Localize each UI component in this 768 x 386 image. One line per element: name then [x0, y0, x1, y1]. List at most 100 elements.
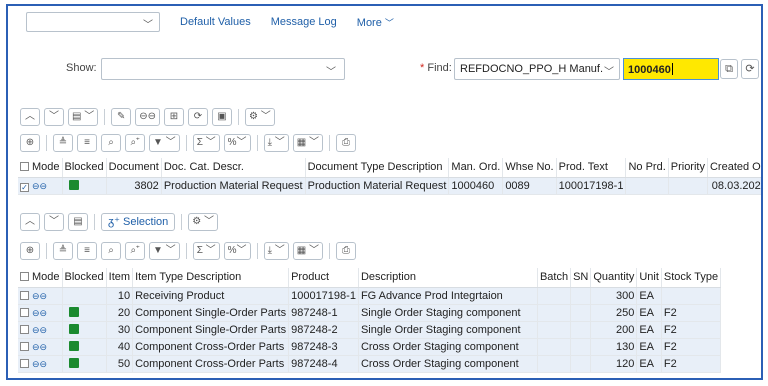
tree-icon[interactable]: ⊞ — [164, 108, 184, 126]
find-next-icon[interactable]: ⌕⁺ — [125, 134, 145, 152]
col-mode[interactable]: Mode — [18, 158, 63, 178]
mode-cell[interactable]: ⊖⊖ — [18, 355, 63, 373]
col-product[interactable]: Product — [288, 268, 359, 288]
product-cell: 987248-1 — [288, 304, 359, 322]
mode-cell[interactable]: ✓ ⊖⊖ — [18, 177, 63, 195]
priority-cell — [668, 177, 708, 195]
display-glasses-icon: ⊖⊖ — [32, 180, 48, 191]
table-row[interactable]: ⊖⊖ 30 Component Single-Order Parts 987248-2… — [18, 321, 722, 339]
refresh-icon[interactable]: ⟳ — [741, 59, 759, 79]
subtotal-icon[interactable]: %﹀ — [223, 134, 251, 152]
mode-cell[interactable]: ⊖⊖ — [18, 338, 63, 356]
more-menu[interactable]: More ﹀ — [357, 16, 394, 29]
col-doc-cat-descr[interactable]: Doc. Cat. Descr. — [161, 158, 306, 178]
unit-cell: EA — [636, 287, 662, 305]
status-green-icon — [68, 340, 79, 351]
col-sn[interactable]: SN — [570, 268, 592, 288]
col-description[interactable]: Description — [358, 268, 538, 288]
product-cell: 100017198-1 — [288, 287, 359, 305]
col-item-type-descr[interactable]: Item Type Description — [132, 268, 290, 288]
variant-select[interactable]: ﹀ — [26, 12, 160, 32]
quantity-cell: 200 — [590, 321, 638, 339]
col-created-on[interactable]: Created On — [707, 158, 761, 178]
find-field-select[interactable]: REFDOCNO_PPO_H Manuf. ﹀ — [454, 58, 620, 80]
table-row[interactable]: ⊖⊖ 10 Receiving Product 100017198-1 FG Advan… — [18, 287, 722, 305]
find-input[interactable]: 1000460 — [623, 58, 719, 80]
sort-ascending-icon[interactable]: ≜ — [53, 134, 73, 152]
item-cell: 10 — [106, 287, 134, 305]
stock-type-cell: F2 — [661, 304, 722, 322]
item-cell: 30 — [106, 321, 134, 339]
message-log-link[interactable]: Message Log — [271, 16, 337, 28]
item-cell: 40 — [106, 338, 134, 356]
actions-icon[interactable]: ⚙ ﹀ — [245, 108, 275, 126]
col-document-type-descr[interactable]: Document Type Description — [305, 158, 450, 178]
col-unit[interactable]: Unit — [636, 268, 662, 288]
col-prod-text[interactable]: Prod. Text — [556, 158, 627, 178]
display-glasses-icon: ⊖⊖ — [32, 341, 48, 352]
table-row[interactable]: ⊖⊖ 50 Component Cross-Order Parts 987248-4 C… — [18, 355, 722, 373]
description-cell: Cross Order Staging component — [358, 355, 538, 373]
product-cell: 987248-4 — [288, 355, 359, 373]
show-select[interactable]: ﹀ — [101, 58, 345, 80]
table-row[interactable]: ⊖⊖ 20 Component Single-Order Parts 987248-1… — [18, 304, 722, 322]
col-man-ord[interactable]: Man. Ord. — [448, 158, 504, 178]
zoom-icon[interactable]: ⊕ — [20, 134, 40, 152]
display-icon[interactable]: ⊖⊖ — [135, 108, 160, 126]
sum-icon[interactable]: Σ ﹀ — [192, 134, 220, 152]
mode-cell[interactable]: ⊖⊖ — [18, 321, 63, 339]
col-blocked[interactable]: Blocked — [62, 268, 107, 288]
sum-icon[interactable]: Σ ﹀ — [192, 242, 220, 260]
col-item[interactable]: Item — [106, 268, 134, 288]
collapse-up-icon[interactable]: ︿ — [20, 108, 40, 126]
sort-descending-icon[interactable]: ≡ — [77, 134, 97, 152]
layout-icon[interactable]: ▤ ﹀ — [68, 108, 99, 126]
export-icon[interactable]: ⤓ ﹀ — [263, 242, 289, 260]
table-row[interactable]: ⊖⊖ 40 Component Cross-Order Parts 987248-3 C… — [18, 338, 722, 356]
expand-down-icon[interactable]: ﹀ — [44, 213, 64, 231]
subtotal-icon[interactable]: %﹀ — [223, 242, 251, 260]
col-priority[interactable]: Priority — [668, 158, 708, 178]
print-icon[interactable]: ⎙ — [336, 134, 356, 152]
col-blocked[interactable]: Blocked — [62, 158, 107, 178]
filter-icon[interactable]: ▼ ﹀ — [149, 134, 180, 152]
header-table: Mode Blocked Document Doc. Cat. Descr. D… — [18, 158, 761, 195]
default-values-link[interactable]: Default Values — [180, 16, 251, 28]
expand-down-icon[interactable]: ﹀ — [44, 108, 64, 126]
print-icon[interactable]: ⎙ — [336, 242, 356, 260]
col-no-prd[interactable]: No Prd. — [625, 158, 669, 178]
item-cell: 50 — [106, 355, 134, 373]
find-icon[interactable]: ⌕ — [101, 242, 121, 260]
table-row[interactable]: ✓ ⊖⊖ 3802 Production Material Request Pro… — [18, 177, 761, 195]
export-icon[interactable]: ⤓ ﹀ — [263, 134, 289, 152]
actions-icon[interactable]: ⚙ ﹀ — [188, 213, 219, 231]
col-document[interactable]: Document — [106, 158, 162, 178]
zoom-icon[interactable]: ⊕ — [20, 242, 40, 260]
status-green-icon — [68, 323, 79, 334]
mode-cell[interactable]: ⊖⊖ — [18, 304, 63, 322]
layout-select-icon[interactable]: ▦ ﹀ — [292, 242, 323, 260]
blocked-cell — [62, 304, 107, 322]
refresh-icon[interactable]: ⟳ — [188, 108, 208, 126]
col-batch[interactable]: Batch — [537, 268, 572, 288]
collapse-up-icon[interactable]: ︿ — [20, 213, 40, 231]
col-mode[interactable]: Mode — [18, 268, 63, 288]
layout-select-icon[interactable]: ▦ ﹀ — [292, 134, 323, 152]
save-icon[interactable]: ▣ — [212, 108, 232, 126]
find-next-icon[interactable]: ⌕⁺ — [125, 242, 145, 260]
col-quantity[interactable]: Quantity — [590, 268, 638, 288]
blocked-cell — [62, 177, 107, 195]
blocked-cell — [62, 287, 107, 305]
layout-icon[interactable]: ▤ — [68, 213, 88, 231]
filter-icon[interactable]: ▼ ﹀ — [149, 242, 180, 260]
sort-descending-icon[interactable]: ≡ — [77, 242, 97, 260]
col-stock-type[interactable]: Stock Type — [661, 268, 722, 288]
col-whse-no[interactable]: Whse No. — [502, 158, 557, 178]
selection-button[interactable]: ᵹ⁺ Selection — [101, 213, 176, 231]
find-icon[interactable]: ⌕ — [101, 134, 121, 152]
mode-cell[interactable]: ⊖⊖ — [18, 287, 63, 305]
sort-ascending-icon[interactable]: ≜ — [53, 242, 73, 260]
edit-icon[interactable]: ✎ — [111, 108, 132, 126]
stock-type-cell: F2 — [661, 355, 722, 373]
copy-icon[interactable]: ⧉ — [720, 59, 738, 79]
